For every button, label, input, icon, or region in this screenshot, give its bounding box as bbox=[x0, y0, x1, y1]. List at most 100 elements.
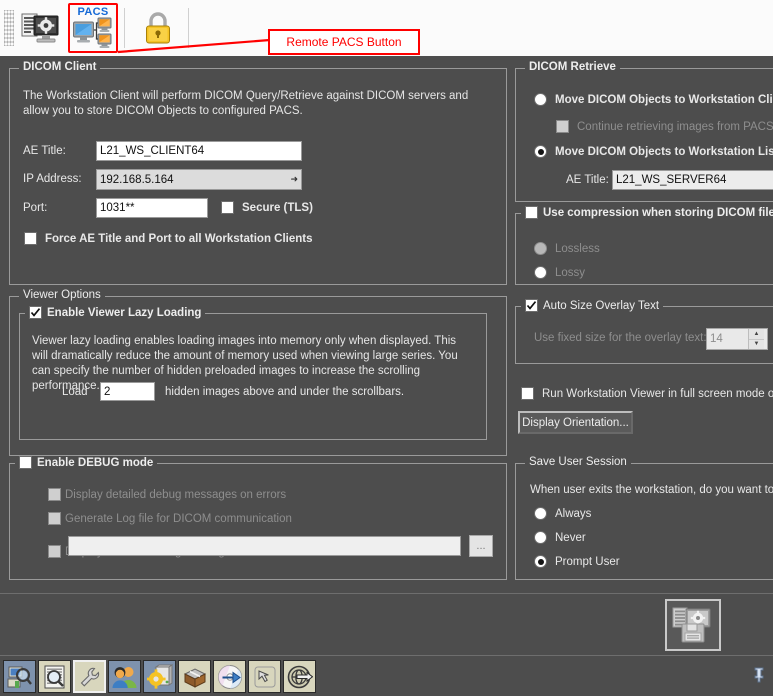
force-ae-title-checkbox[interactable] bbox=[24, 232, 37, 245]
ip-address-value: 192.168.5.164 bbox=[100, 174, 174, 186]
toolbar-separator-1 bbox=[124, 8, 125, 48]
radio-lossy-label: Lossy bbox=[555, 267, 585, 279]
full-screen-mode-checkbox[interactable] bbox=[521, 387, 534, 400]
ip-address-combobox[interactable]: 192.168.5.164 ➜ bbox=[96, 169, 302, 190]
enable-lazy-loading-label: Enable Viewer Lazy Loading bbox=[47, 307, 201, 319]
group-save-user-session: Save User Session When user exits the wo… bbox=[515, 463, 773, 580]
annotation-text: Remote PACS Button bbox=[286, 35, 401, 49]
cursor-arrow-icon bbox=[253, 665, 277, 689]
radio-never-label: Never bbox=[555, 532, 586, 544]
statusbar-button-cursor[interactable] bbox=[248, 660, 281, 693]
group-lazy-loading: Enable Viewer Lazy Loading Viewer lazy l… bbox=[19, 313, 487, 440]
overlay-font-size-stepper[interactable]: 14 ▲ ▼ bbox=[706, 328, 768, 350]
secure-tls-label: Secure (TLS) bbox=[242, 202, 313, 214]
pin-icon[interactable] bbox=[753, 667, 765, 683]
group-debug-mode-legend: Enable DEBUG mode bbox=[15, 456, 157, 469]
browse-label: ... bbox=[476, 540, 485, 552]
browse-log-path-button[interactable]: ... bbox=[469, 535, 493, 557]
save-settings-icon bbox=[672, 606, 714, 644]
radio-move-to-listener[interactable] bbox=[534, 145, 547, 158]
retrieve-ae-title-value: L21_WS_SERVER64 bbox=[616, 174, 726, 186]
auto-size-overlay-checkbox[interactable] bbox=[525, 299, 538, 312]
group-debug-mode: Enable DEBUG mode Display detailed debug… bbox=[9, 463, 507, 580]
server-gear-icon bbox=[21, 11, 61, 45]
group-viewer-options-legend: Viewer Options bbox=[19, 289, 105, 301]
toolbar-button-security[interactable] bbox=[134, 4, 182, 52]
group-auto-size-overlay: Auto Size Overlay Text Use fixed size fo… bbox=[515, 306, 773, 364]
statusbar-button-archive[interactable] bbox=[178, 660, 211, 693]
toolbar-button-remote-pacs[interactable]: PACS bbox=[68, 3, 118, 53]
group-save-user-session-legend: Save User Session bbox=[525, 456, 631, 468]
cd-export-icon bbox=[217, 664, 243, 690]
port-input[interactable]: 1031** bbox=[96, 198, 208, 218]
group-viewer-options: Viewer Options Enable Viewer Lazy Loadin… bbox=[9, 296, 507, 456]
radio-always-label: Always bbox=[555, 508, 591, 520]
statusbar-button-tools[interactable] bbox=[73, 660, 106, 693]
debug-detailed-messages-label: Display detailed debug messages on error… bbox=[65, 489, 286, 501]
log-path-input[interactable] bbox=[68, 536, 461, 556]
radio-always[interactable] bbox=[534, 507, 547, 520]
use-compression-checkbox[interactable] bbox=[525, 206, 538, 219]
secure-tls-checkbox[interactable] bbox=[221, 201, 234, 214]
group-compression-legend: Use compression when storing DICOM file bbox=[521, 206, 773, 219]
enable-lazy-loading-checkbox[interactable] bbox=[29, 306, 42, 319]
ae-title-input[interactable]: L21_WS_CLIENT64 bbox=[96, 141, 302, 161]
detailed-messages-checkbox[interactable] bbox=[48, 545, 61, 558]
continue-retrieving-label: Continue retrieving images from PACS wh bbox=[577, 121, 773, 133]
checkmark-icon bbox=[30, 307, 41, 318]
radio-move-to-client[interactable] bbox=[534, 93, 547, 106]
radio-selected-dot bbox=[538, 149, 544, 155]
bottom-status-toolbar bbox=[0, 655, 773, 696]
radio-never[interactable] bbox=[534, 531, 547, 544]
workstation-search-icon bbox=[7, 664, 33, 690]
stepper-down-icon[interactable]: ▼ bbox=[749, 340, 764, 350]
retrieve-ae-title-input[interactable]: L21_WS_SERVER64 bbox=[612, 170, 773, 190]
port-value: 1031** bbox=[100, 202, 135, 214]
padlock-icon bbox=[142, 10, 174, 46]
globe-transfer-icon bbox=[287, 664, 313, 690]
retrieve-ae-title-label: AE Title: bbox=[566, 174, 609, 186]
chevron-down-icon: ➜ bbox=[290, 174, 298, 185]
enable-debug-checkbox[interactable] bbox=[19, 456, 32, 469]
radio-selected-dot bbox=[538, 559, 544, 565]
statusbar-button-workstation-search[interactable] bbox=[3, 660, 36, 693]
checkmark-icon bbox=[526, 300, 537, 311]
statusbar-button-document-search[interactable] bbox=[38, 660, 71, 693]
document-magnifier-icon bbox=[42, 664, 68, 690]
statusbar-button-users[interactable] bbox=[108, 660, 141, 693]
generate-log-label: Generate Log file for DICOM communicatio… bbox=[65, 513, 292, 525]
ae-title-value: L21_WS_CLIENT64 bbox=[100, 145, 204, 157]
debug-cb-a[interactable] bbox=[48, 488, 61, 501]
load-prefix-label: Load bbox=[62, 386, 88, 398]
radio-lossless-label: Lossless bbox=[555, 243, 600, 255]
toolbar-button-server-settings[interactable] bbox=[17, 4, 65, 52]
group-compression: Use compression when storing DICOM file … bbox=[515, 213, 773, 285]
group-auto-size-overlay-legend: Auto Size Overlay Text bbox=[521, 299, 663, 312]
full-screen-mode-label: Run Workstation Viewer in full screen mo… bbox=[542, 388, 773, 400]
overlay-font-size-value: 14 bbox=[710, 333, 723, 345]
radio-lossy[interactable] bbox=[534, 266, 547, 279]
lower-pane bbox=[0, 593, 773, 656]
radio-prompt-user[interactable] bbox=[534, 555, 547, 568]
auto-size-overlay-label: Auto Size Overlay Text bbox=[543, 300, 659, 312]
annotation-callout: Remote PACS Button bbox=[268, 29, 420, 55]
stepper-up-icon[interactable]: ▲ bbox=[749, 329, 764, 340]
statusbar-button-globe-transfer[interactable] bbox=[283, 660, 316, 693]
dicom-client-description: The Workstation Client will perform DICO… bbox=[23, 89, 483, 119]
statusbar-button-server-settings[interactable] bbox=[143, 660, 176, 693]
port-label: Port: bbox=[23, 202, 47, 214]
save-configuration-button[interactable] bbox=[665, 599, 721, 651]
group-dicom-client-legend: DICOM Client bbox=[19, 61, 100, 73]
radio-move-to-listener-label: Move DICOM Objects to Workstation Lis bbox=[555, 146, 773, 158]
display-orientation-button[interactable]: Display Orientation... bbox=[518, 411, 633, 434]
preload-count-input[interactable]: 2 bbox=[100, 382, 155, 401]
stepper-buttons[interactable]: ▲ ▼ bbox=[748, 329, 764, 349]
generate-log-checkbox[interactable] bbox=[48, 512, 61, 525]
preload-count-value: 2 bbox=[104, 386, 110, 398]
save-session-question: When user exits the workstation, do you … bbox=[530, 484, 773, 496]
toolbar-separator-2 bbox=[188, 8, 189, 48]
continue-retrieving-checkbox[interactable] bbox=[556, 120, 569, 133]
statusbar-button-cd-export[interactable] bbox=[213, 660, 246, 693]
radio-lossless[interactable] bbox=[534, 242, 547, 255]
toolbar-drag-grip[interactable] bbox=[4, 10, 14, 46]
